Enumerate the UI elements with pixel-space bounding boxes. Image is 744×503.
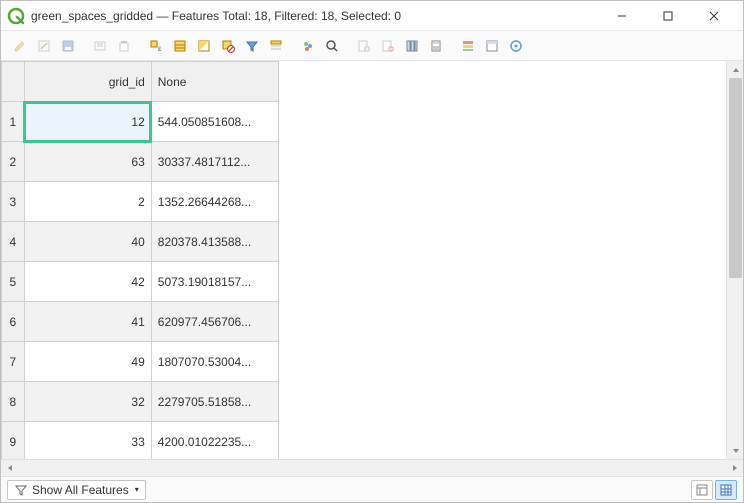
field-calculator-icon[interactable] bbox=[425, 35, 447, 57]
deselect-all-icon[interactable] bbox=[217, 35, 239, 57]
cell-grid-id[interactable]: 49 bbox=[24, 342, 151, 382]
table-row[interactable]: 112544.050851608... bbox=[2, 102, 279, 142]
vertical-scrollbar[interactable] bbox=[726, 61, 743, 459]
row-header[interactable]: 9 bbox=[2, 422, 25, 460]
cell-grid-id[interactable]: 32 bbox=[24, 382, 151, 422]
cell-grid-id[interactable]: 33 bbox=[24, 422, 151, 460]
table-row[interactable]: 26330337.4817112... bbox=[2, 142, 279, 182]
cell-grid-id[interactable]: 41 bbox=[24, 302, 151, 342]
dock-icon[interactable] bbox=[481, 35, 503, 57]
cell-value[interactable]: 30337.4817112... bbox=[151, 142, 278, 182]
chevron-down-icon: ▾ bbox=[135, 485, 139, 494]
show-all-features-button[interactable]: Show All Features ▾ bbox=[7, 480, 146, 500]
table-row[interactable]: 9334200.01022235... bbox=[2, 422, 279, 460]
column-header-grid-id[interactable]: grid_id bbox=[24, 62, 151, 102]
conditional-format-icon[interactable] bbox=[457, 35, 479, 57]
save-edits-icon[interactable] bbox=[57, 35, 79, 57]
cell-grid-id[interactable]: 42 bbox=[24, 262, 151, 302]
toolbar: ε bbox=[1, 31, 743, 61]
move-top-icon[interactable] bbox=[265, 35, 287, 57]
row-header[interactable]: 5 bbox=[2, 262, 25, 302]
cell-value[interactable]: 620977.456706... bbox=[151, 302, 278, 342]
close-button[interactable] bbox=[691, 1, 737, 31]
actions-icon[interactable] bbox=[505, 35, 527, 57]
row-header[interactable]: 8 bbox=[2, 382, 25, 422]
table-row[interactable]: 641620977.456706... bbox=[2, 302, 279, 342]
form-view-button[interactable] bbox=[691, 480, 713, 500]
horizontal-scrollbar[interactable] bbox=[1, 459, 743, 476]
delete-selected-icon[interactable] bbox=[113, 35, 135, 57]
titlebar: green_spaces_gridded — Features Total: 1… bbox=[1, 1, 743, 31]
row-header[interactable]: 7 bbox=[2, 342, 25, 382]
row-header[interactable]: 1 bbox=[2, 102, 25, 142]
window-controls bbox=[599, 1, 737, 31]
cell-value[interactable]: 5073.19018157... bbox=[151, 262, 278, 302]
cell-value[interactable]: 820378.413588... bbox=[151, 222, 278, 262]
delete-field-icon[interactable] bbox=[377, 35, 399, 57]
statusbar: Show All Features ▾ bbox=[1, 476, 743, 502]
empty-area bbox=[364, 61, 727, 459]
toggle-edit-icon[interactable] bbox=[33, 35, 55, 57]
table-row[interactable]: 7491807070.53004... bbox=[2, 342, 279, 382]
row-header[interactable]: 2 bbox=[2, 142, 25, 182]
cell-grid-id[interactable]: 2 bbox=[24, 182, 151, 222]
cell-grid-id[interactable]: 63 bbox=[24, 142, 151, 182]
add-feature-icon[interactable] bbox=[89, 35, 111, 57]
pencil-icon[interactable] bbox=[9, 35, 31, 57]
invert-selection-icon[interactable] bbox=[193, 35, 215, 57]
cell-grid-id[interactable]: 40 bbox=[24, 222, 151, 262]
cell-value[interactable]: 1352.26644268... bbox=[151, 182, 278, 222]
scroll-right-icon[interactable] bbox=[726, 460, 743, 477]
cell-value[interactable]: 2279705.51858... bbox=[151, 382, 278, 422]
cell-value[interactable]: 1807070.53004... bbox=[151, 342, 278, 382]
scroll-left-icon[interactable] bbox=[1, 460, 18, 477]
column-header-none[interactable]: None bbox=[151, 62, 278, 102]
cell-grid-id[interactable]: 12 bbox=[24, 102, 151, 142]
organize-columns-icon[interactable] bbox=[401, 35, 423, 57]
svg-text:ε: ε bbox=[158, 44, 162, 53]
qgis-icon bbox=[7, 7, 25, 25]
table-area: grid_id None 112544.050851608...26330337… bbox=[1, 61, 743, 459]
scroll-up-icon[interactable] bbox=[727, 61, 743, 78]
corner-cell[interactable] bbox=[2, 62, 25, 102]
table-view-button[interactable] bbox=[715, 480, 737, 500]
minimize-button[interactable] bbox=[599, 1, 645, 31]
filter-icon bbox=[14, 483, 28, 497]
pan-to-icon[interactable] bbox=[297, 35, 319, 57]
cell-value[interactable]: 4200.01022235... bbox=[151, 422, 278, 460]
cell-value[interactable]: 544.050851608... bbox=[151, 102, 278, 142]
attribute-table[interactable]: grid_id None 112544.050851608...26330337… bbox=[1, 61, 279, 459]
new-field-icon[interactable] bbox=[353, 35, 375, 57]
scroll-thumb[interactable] bbox=[729, 78, 742, 278]
maximize-button[interactable] bbox=[645, 1, 691, 31]
row-header[interactable]: 6 bbox=[2, 302, 25, 342]
table-row[interactable]: 440820378.413588... bbox=[2, 222, 279, 262]
table-row[interactable]: 5425073.19018157... bbox=[2, 262, 279, 302]
show-all-label: Show All Features bbox=[32, 483, 129, 497]
row-header[interactable]: 3 bbox=[2, 182, 25, 222]
attribute-table-window: green_spaces_gridded — Features Total: 1… bbox=[0, 0, 744, 503]
table-row[interactable]: 321352.26644268... bbox=[2, 182, 279, 222]
table-row[interactable]: 8322279705.51858... bbox=[2, 382, 279, 422]
zoom-to-icon[interactable] bbox=[321, 35, 343, 57]
select-expression-icon[interactable]: ε bbox=[145, 35, 167, 57]
select-all-icon[interactable] bbox=[169, 35, 191, 57]
window-title: green_spaces_gridded — Features Total: 1… bbox=[31, 9, 401, 23]
scroll-down-icon[interactable] bbox=[727, 442, 743, 459]
filter-icon[interactable] bbox=[241, 35, 263, 57]
row-header[interactable]: 4 bbox=[2, 222, 25, 262]
